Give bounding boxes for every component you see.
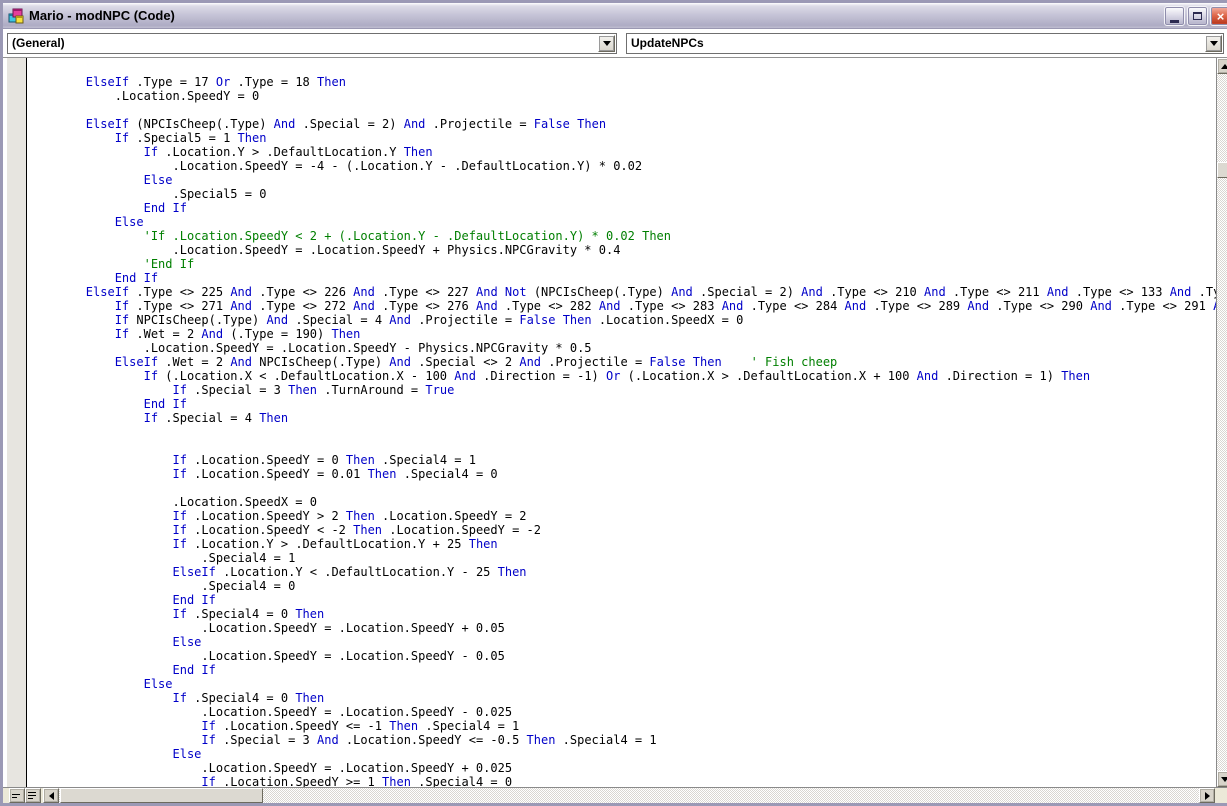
minimize-icon [1170,19,1179,23]
code-line: .Location.SpeedY = .Location.SpeedY - 0.… [28,649,505,663]
code-line: End If [143,201,187,215]
code-line: .Special4 = 1 [28,551,296,565]
code-line: .Special4 = 0 [28,579,296,593]
code-line: If .Special4 = 0 Then [172,691,325,705]
code-line: If .Type <> 271 And .Type <> 272 And .Ty… [114,299,1216,313]
code-line: If .Special = 3 And .Location.SpeedY <= … [201,733,657,747]
maximize-button[interactable] [1187,6,1208,26]
code-line: If .Location.SpeedY = 0 Then .Special4 =… [172,453,476,467]
procedure-dropdown-value: UpdateNPCs [631,36,704,50]
object-dropdown-arrow-icon[interactable] [598,35,615,52]
vertical-scrollbar-thumb[interactable] [1217,162,1227,178]
arrow-up-icon [1221,63,1227,69]
code-line: If .Wet = 2 And (.Type = 190) Then [114,327,361,341]
horizontal-scrollbar-track[interactable] [59,788,1199,803]
horizontal-scrollbar-row [3,787,1227,803]
code-line: If .Location.SpeedY <= -1 Then .Special4… [201,719,520,733]
object-dropdown[interactable]: (General) [7,33,617,54]
title-bar[interactable]: Mario - modNPC (Code) × [3,3,1227,29]
code-lines: ElseIf .Type = 17 Or .Type = 18 Then .Lo… [28,61,1216,787]
code-line: .Location.SpeedY = .Location.SpeedY + 0.… [28,621,505,635]
code-line: .Location.SpeedY = .Location.SpeedY - Ph… [28,341,592,355]
procedure-dropdown-arrow-icon[interactable] [1205,35,1222,52]
code-line: .Location.SpeedX = 0 [28,495,317,509]
code-line: 'End If [28,257,195,271]
procedure-dropdown[interactable]: UpdateNPCs [626,33,1224,54]
code-line: End If [172,593,216,607]
close-icon: × [1216,8,1225,24]
code-line: If .Location.SpeedY < -2 Then .Location.… [172,523,541,537]
vertical-scrollbar-track[interactable] [1217,74,1227,771]
object-dropdown-value: (General) [12,36,65,50]
code-line: .Special5 = 0 [28,187,267,201]
vb-code-window-icon [8,8,24,24]
code-line: If .Location.SpeedY > 2 Then .Location.S… [172,509,527,523]
code-line: .Location.SpeedY = .Location.SpeedY + Ph… [28,243,621,257]
code-line: ElseIf .Type <> 225 And .Type <> 226 And… [85,285,1216,299]
selector-bar: (General) UpdateNPCs [3,29,1227,58]
arrow-right-icon [1204,791,1210,800]
code-line: ElseIf .Wet = 2 And NPCIsCheep(.Type) An… [114,355,838,369]
full-module-view-icon [28,792,36,799]
scroll-left-button[interactable] [43,788,59,803]
vertical-scrollbar[interactable] [1216,58,1227,787]
scroll-down-button[interactable] [1217,771,1227,787]
minimize-button[interactable] [1164,6,1185,26]
code-line: .Location.SpeedY = -4 - (.Location.Y - .… [28,159,643,173]
code-line: .Location.SpeedY = 0 [28,89,260,103]
window-controls: × [1164,6,1227,26]
code-window: Mario - modNPC (Code) × (General) Update… [0,0,1227,806]
code-line: .Location.SpeedY = .Location.SpeedY - 0.… [28,705,513,719]
full-module-view-button[interactable] [25,788,41,803]
window-title: Mario - modNPC (Code) [29,8,175,23]
resize-corner[interactable] [1216,788,1227,803]
code-line: End If [143,397,187,411]
code-region: ElseIf .Type = 17 Or .Type = 18 Then .Lo… [3,58,1227,787]
code-line: If .Location.Y > .DefaultLocation.Y + 25… [172,537,498,551]
code-line: If NPCIsCheep(.Type) And .Special = 4 An… [114,313,744,327]
code-editor[interactable]: ElseIf .Type = 17 Or .Type = 18 Then .Lo… [28,58,1216,787]
code-line: Else [143,173,173,187]
code-line: Else [172,747,202,761]
code-line: If .Location.SpeedY >= 1 Then .Special4 … [201,775,513,787]
code-line: ElseIf .Type = 17 Or .Type = 18 Then [85,75,346,89]
code-line: 'If .Location.SpeedY < 2 + (.Location.Y … [28,229,671,243]
code-line: If .Special = 4 Then [143,411,289,425]
code-line: If .Special5 = 1 Then [114,131,267,145]
scroll-right-button[interactable] [1199,788,1215,803]
code-line: If .Location.Y > .DefaultLocation.Y Then [143,145,433,159]
code-line: ElseIf (NPCIsCheep(.Type) And .Special =… [85,117,607,131]
code-line: Else [143,677,173,691]
arrow-left-icon [48,791,54,800]
code-line: If .Location.SpeedY = 0.01 Then .Special… [172,467,498,481]
code-line: Else [172,635,202,649]
code-line: If .Special4 = 0 Then [172,607,325,621]
margin-indicator-bar[interactable] [7,58,27,787]
code-line: End If [114,271,159,285]
code-line: .Location.SpeedY = .Location.SpeedY + 0.… [28,761,513,775]
code-line: End If [172,663,216,677]
arrow-down-icon [1221,776,1227,782]
procedure-view-icon [12,794,20,798]
maximize-icon [1193,12,1202,20]
horizontal-scrollbar-thumb[interactable] [60,788,263,803]
close-button[interactable]: × [1210,6,1227,26]
scroll-up-button[interactable] [1217,58,1227,74]
code-line: ElseIf .Location.Y < .DefaultLocation.Y … [172,565,527,579]
code-line: Else [114,215,144,229]
code-line: If .Special = 3 Then .TurnAround = True [172,383,455,397]
procedure-view-button[interactable] [9,788,25,803]
code-line: If (.Location.X < .DefaultLocation.X - 1… [143,369,1091,383]
